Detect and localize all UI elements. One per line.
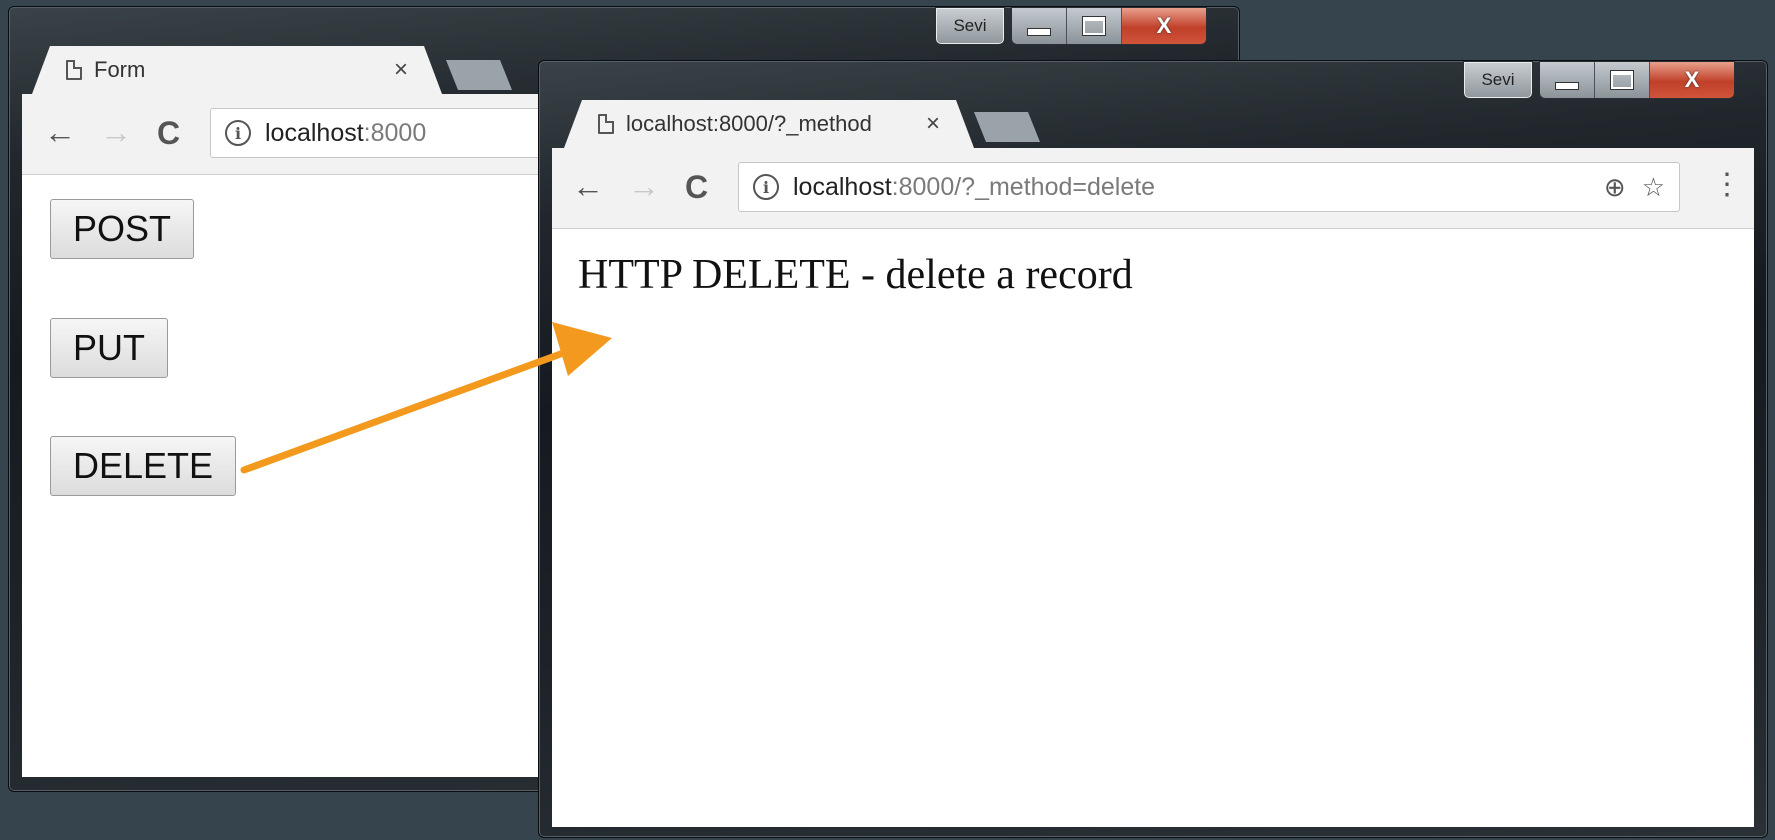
front-toolbar: ← → C i localhost:8000/?_method=delete ⊕… (552, 148, 1754, 229)
minimize-icon (1027, 28, 1051, 36)
back-toolbar: ← → C i localhost:8000 (22, 94, 550, 175)
tab-delete[interactable]: localhost:8000/?_method × (564, 100, 974, 148)
url-rest: :8000 (363, 118, 427, 147)
close-window-button[interactable]: X (1122, 8, 1206, 44)
post-button[interactable]: POST (50, 199, 195, 259)
omnibox-actions: ⊕ ☆ (1604, 172, 1665, 203)
url-host: localhost (793, 172, 892, 201)
url-rest: :8000/?_method=delete (891, 172, 1156, 201)
close-icon: X (1156, 13, 1172, 38)
minimize-button[interactable] (1012, 8, 1067, 44)
tab-close-icon[interactable]: × (926, 110, 940, 138)
window-buttons: X (1011, 7, 1207, 45)
info-icon[interactable]: i (753, 174, 779, 200)
page-icon (598, 114, 614, 134)
tab-title: Form (94, 57, 146, 82)
window-buttons: X (1539, 61, 1735, 99)
forward-arrow-icon[interactable]: → (628, 170, 660, 202)
zoom-icon[interactable]: ⊕ (1604, 172, 1626, 203)
back-arrow-icon[interactable]: ← (572, 170, 604, 202)
menu-icon[interactable]: ⋮ (1712, 170, 1742, 200)
maximize-button[interactable] (1595, 62, 1650, 98)
forward-arrow-icon[interactable]: → (100, 116, 132, 148)
back-page-content: POST PUT DELETE (22, 175, 542, 777)
tab-title: localhost:8000/?_method (626, 111, 872, 136)
back-window-controls: Sevi X (935, 7, 1207, 45)
user-badge[interactable]: Sevi (935, 7, 1005, 45)
minimize-button[interactable] (1540, 62, 1595, 98)
front-page-content: HTTP DELETE - delete a record (552, 229, 1754, 827)
maximize-icon (1083, 17, 1105, 35)
close-window-button[interactable]: X (1650, 62, 1734, 98)
address-bar[interactable]: i localhost:8000 (210, 108, 550, 158)
star-icon[interactable]: ☆ (1642, 172, 1665, 203)
delete-button[interactable]: DELETE (50, 436, 237, 496)
close-icon: X (1684, 67, 1700, 92)
info-icon[interactable]: i (225, 120, 251, 146)
tab-form[interactable]: Form × (32, 46, 442, 94)
page-icon (66, 60, 82, 80)
front-window-controls: Sevi X (1463, 61, 1735, 99)
user-badge[interactable]: Sevi (1463, 61, 1533, 99)
reload-icon[interactable]: C (157, 117, 180, 149)
minimize-icon (1555, 82, 1579, 90)
url-host: localhost (265, 118, 364, 147)
tab-close-icon[interactable]: × (394, 56, 408, 84)
page-body-text: HTTP DELETE - delete a record (578, 252, 1133, 298)
maximize-button[interactable] (1067, 8, 1122, 44)
maximize-icon (1611, 71, 1633, 89)
back-arrow-icon[interactable]: ← (44, 116, 76, 148)
put-button[interactable]: PUT (50, 318, 168, 378)
reload-icon[interactable]: C (685, 171, 708, 203)
address-bar[interactable]: i localhost:8000/?_method=delete ⊕ ☆ (738, 162, 1680, 212)
